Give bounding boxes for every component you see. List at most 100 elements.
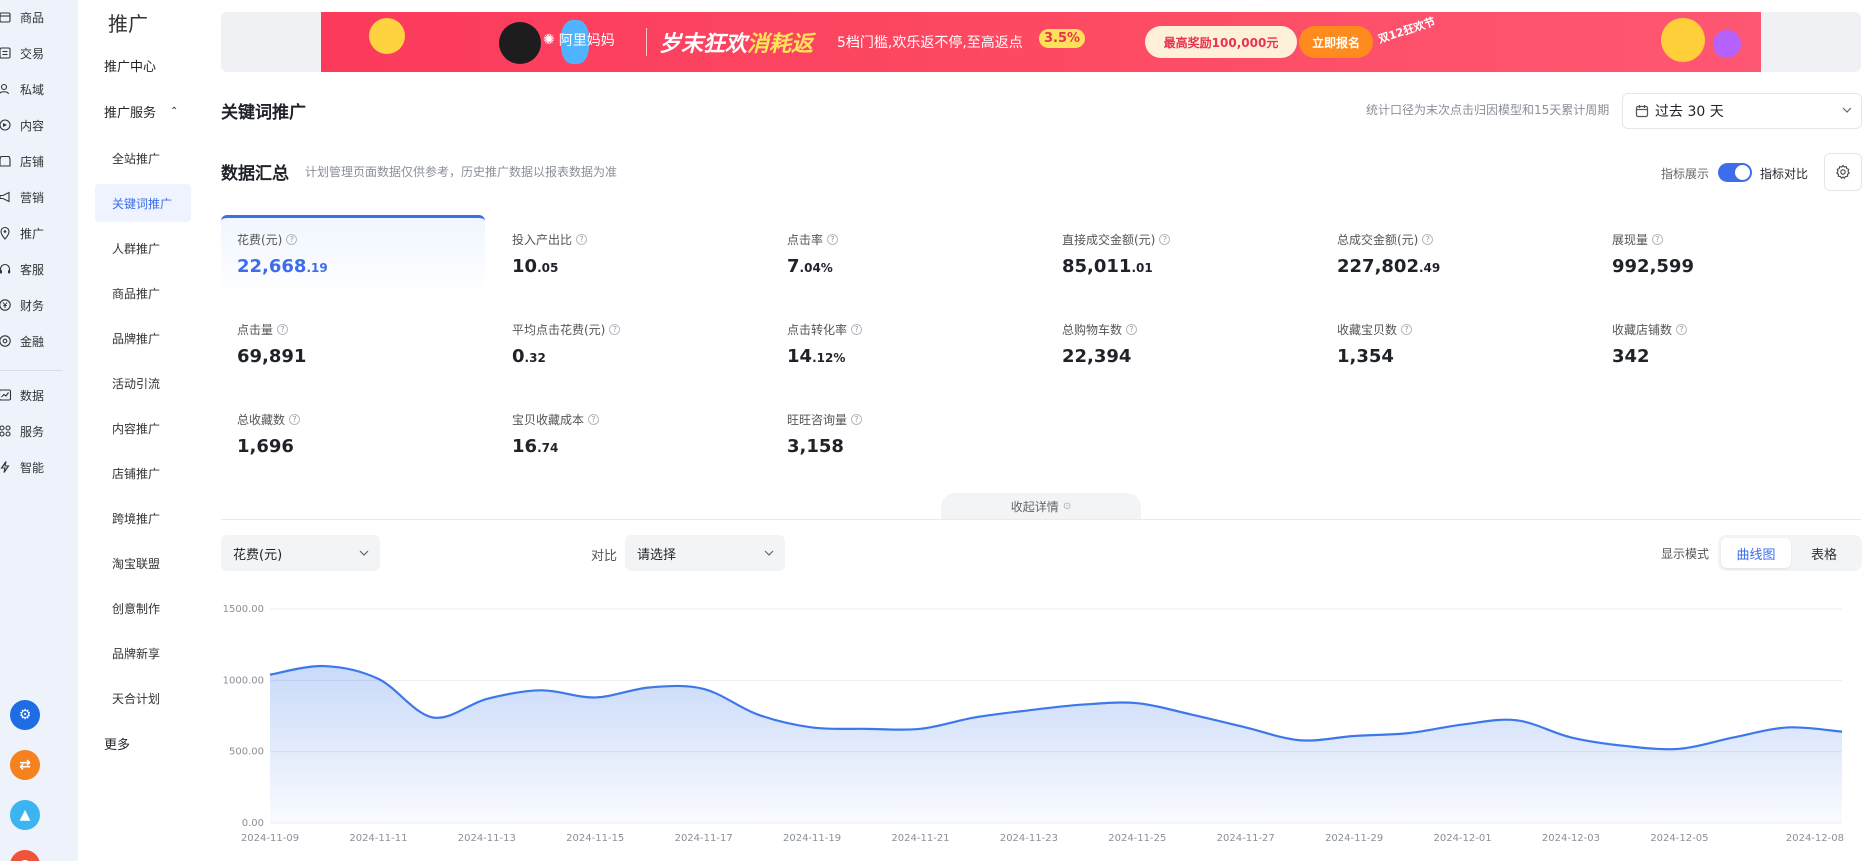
- data-point[interactable]: [1348, 730, 1360, 742]
- metric-card[interactable]: 旺旺咨询量? 3,158: [771, 395, 1035, 475]
- register-button[interactable]: 立即报名: [1299, 26, 1373, 58]
- data-point[interactable]: [1023, 704, 1035, 716]
- data-point[interactable]: [1565, 731, 1577, 743]
- menu-group-services[interactable]: 推广服务 ⌃: [104, 102, 178, 121]
- data-point[interactable]: [1294, 734, 1306, 746]
- metric-card[interactable]: 总购物车数? 22,394: [1046, 305, 1310, 385]
- rail-item[interactable]: 数据: [0, 380, 78, 410]
- menu-item-0[interactable]: 全站推广: [95, 139, 191, 177]
- rail-item[interactable]: 财务: [0, 290, 78, 320]
- data-point[interactable]: [535, 684, 547, 696]
- collapse-details-button[interactable]: 收起详情 ⊙: [941, 493, 1141, 519]
- rail-item[interactable]: 内容: [0, 110, 78, 140]
- rail-item[interactable]: 交易: [0, 38, 78, 68]
- help-icon[interactable]: ?: [289, 414, 301, 425]
- data-point[interactable]: [914, 723, 926, 735]
- help-icon[interactable]: ?: [1422, 234, 1434, 245]
- data-point[interactable]: [1619, 740, 1631, 752]
- help-icon[interactable]: ?: [609, 324, 621, 335]
- data-point[interactable]: [1782, 721, 1794, 733]
- data-point[interactable]: [698, 683, 710, 695]
- metric-select[interactable]: 花费(元): [221, 535, 380, 571]
- metric-display-toggle[interactable]: [1718, 163, 1752, 182]
- metric-card[interactable]: 总收藏数? 1,696: [221, 395, 485, 475]
- rail-item[interactable]: 服务: [0, 416, 78, 446]
- table-mode-button[interactable]: 表格: [1789, 538, 1859, 568]
- menu-item-7[interactable]: 店铺推广: [95, 454, 191, 492]
- rail-item[interactable]: 营销: [0, 182, 78, 212]
- rail-item[interactable]: 金融: [0, 326, 78, 356]
- metric-card[interactable]: 平均点击花费(元)? 0.32: [496, 305, 760, 385]
- menu-item-3[interactable]: 商品推广: [95, 274, 191, 312]
- data-point[interactable]: [372, 673, 384, 685]
- menu-item-2[interactable]: 人群推广: [95, 229, 191, 267]
- banner-subtitle: 5档门槛,欢乐返不停,至高返点: [837, 35, 1023, 51]
- rail-item[interactable]: 推广: [0, 218, 78, 248]
- metric-card[interactable]: 花费(元)? 22,668.19: [221, 215, 485, 295]
- help-icon[interactable]: ?: [1159, 234, 1171, 245]
- settings-button[interactable]: [1824, 153, 1862, 191]
- metric-card[interactable]: 投入产出比? 10.05: [496, 215, 760, 295]
- date-range-select[interactable]: 过去 30 天: [1622, 93, 1862, 129]
- data-point[interactable]: [806, 721, 818, 733]
- data-point[interactable]: [860, 723, 872, 735]
- data-point[interactable]: [969, 711, 981, 723]
- data-point[interactable]: [643, 681, 655, 693]
- metric-value: 16.74: [512, 436, 760, 457]
- data-point[interactable]: [427, 711, 439, 723]
- banner-headline-b: 消耗返: [747, 32, 814, 57]
- help-icon[interactable]: ?: [1401, 324, 1413, 335]
- metric-card[interactable]: 直接成交金额(元)? 85,011.01: [1046, 215, 1310, 295]
- data-point[interactable]: [1511, 714, 1523, 726]
- help-icon[interactable]: ?: [1676, 324, 1688, 335]
- data-point[interactable]: [1836, 726, 1848, 738]
- help-icon[interactable]: ?: [851, 324, 863, 335]
- rail-item[interactable]: 商品: [0, 2, 78, 32]
- menu-item-1[interactable]: 关键词推广: [95, 184, 191, 222]
- promo-banner[interactable]: ✺ 阿里妈妈 岁末狂欢消耗返 5档门槛,欢乐返不停,至高返点 3.5% 最高奖励…: [221, 12, 1861, 72]
- rail-item[interactable]: 智能: [0, 452, 78, 482]
- data-point[interactable]: [264, 669, 276, 681]
- data-point[interactable]: [1240, 721, 1252, 733]
- help-icon[interactable]: ?: [827, 234, 839, 245]
- metric-card[interactable]: 收藏店铺数? 342: [1596, 305, 1860, 385]
- metric-card[interactable]: 展现量? 992,599: [1596, 215, 1860, 295]
- help-icon[interactable]: ?: [1126, 324, 1138, 335]
- help-icon[interactable]: ?: [277, 324, 289, 335]
- data-point[interactable]: [481, 693, 493, 705]
- data-point[interactable]: [1186, 709, 1198, 721]
- metric-card[interactable]: 点击转化率? 14.12%: [771, 305, 1035, 385]
- rail-item-label: 内容: [20, 118, 45, 133]
- metric-card[interactable]: 收藏宝贝数? 1,354: [1321, 305, 1585, 385]
- help-icon[interactable]: ?: [588, 414, 600, 425]
- metric-card[interactable]: 点击量? 69,891: [221, 305, 485, 385]
- rail-item[interactable]: 私域: [0, 74, 78, 104]
- rail-item[interactable]: 店铺: [0, 146, 78, 176]
- menu-item-4[interactable]: 品牌推广: [95, 319, 191, 357]
- data-point[interactable]: [1457, 719, 1469, 731]
- data-point[interactable]: [752, 709, 764, 721]
- menu-item-6[interactable]: 内容推广: [95, 409, 191, 447]
- menu-item-center[interactable]: 推广中心: [104, 56, 156, 75]
- metric-card[interactable]: 总成交金额(元)? 227,802.49: [1321, 215, 1585, 295]
- data-point[interactable]: [1673, 743, 1685, 755]
- help-icon[interactable]: ?: [576, 234, 588, 245]
- rail-item[interactable]: 客服: [0, 254, 78, 284]
- data-point[interactable]: [1077, 699, 1089, 711]
- help-icon[interactable]: ?: [286, 234, 298, 245]
- metric-card[interactable]: 点击率? 7.04%: [771, 215, 1035, 295]
- curve-mode-button[interactable]: 曲线图: [1721, 538, 1791, 568]
- data-point[interactable]: [318, 660, 330, 672]
- help-icon[interactable]: ?: [1652, 234, 1664, 245]
- metric-card[interactable]: 宝贝收藏成本? 16.74: [496, 395, 760, 475]
- x-tick-label: 2024-11-27: [1217, 833, 1275, 844]
- menu-item-5[interactable]: 活动引流: [95, 364, 191, 402]
- data-point[interactable]: [1728, 731, 1740, 743]
- compare-select[interactable]: 请选择: [625, 535, 785, 571]
- data-point[interactable]: [1131, 697, 1143, 709]
- menu-item-9[interactable]: 淘宝联盟: [95, 544, 191, 582]
- data-point[interactable]: [589, 691, 601, 703]
- data-point[interactable]: [1402, 727, 1414, 739]
- help-icon[interactable]: ?: [851, 414, 863, 425]
- menu-item-8[interactable]: 跨境推广: [95, 499, 191, 537]
